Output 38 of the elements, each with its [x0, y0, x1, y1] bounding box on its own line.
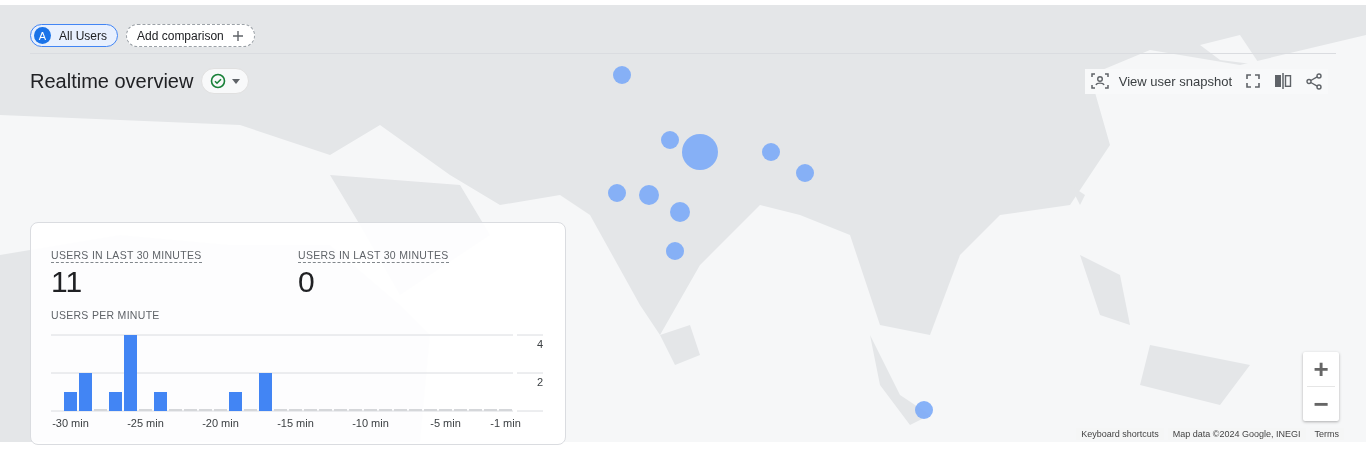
compare-button[interactable] — [1274, 73, 1292, 89]
zoom-in-button[interactable]: + — [1303, 352, 1339, 386]
axis-label: -1 min — [490, 417, 521, 429]
metric-label: USERS IN LAST 30 MINUTES — [298, 249, 449, 263]
share-button[interactable] — [1306, 72, 1322, 90]
zoom-out-button[interactable]: − — [1303, 387, 1339, 421]
metric-label: USERS IN LAST 30 MINUTES — [51, 249, 202, 263]
axis-label: -30 min — [52, 417, 89, 429]
caret-icon — [232, 78, 241, 84]
split-columns-icon — [1274, 73, 1292, 89]
bar — [259, 373, 272, 411]
chart-title: USERS PER MINUTE — [51, 309, 161, 321]
share-icon — [1306, 72, 1322, 90]
axis-label: 2 — [536, 376, 543, 388]
metric-value: 0 — [298, 265, 316, 299]
bar — [109, 392, 122, 411]
fullscreen-button[interactable] — [1246, 74, 1260, 88]
view-user-snapshot-button[interactable]: View user snapshot — [1090, 73, 1232, 89]
bar — [64, 392, 77, 411]
axis-label: -15 min — [277, 417, 314, 429]
bar — [79, 373, 92, 411]
axis-label: -10 min — [352, 417, 389, 429]
segment-chip[interactable]: A All Users — [30, 24, 118, 47]
add-comparison-button[interactable]: Add comparison — [126, 24, 255, 47]
metric-value: 11 — [51, 265, 84, 299]
bar — [229, 392, 242, 411]
check-circle-icon — [210, 73, 227, 89]
fullscreen-icon — [1246, 74, 1260, 88]
status-dropdown[interactable] — [201, 68, 250, 94]
page-title: Realtime overview — [30, 69, 194, 93]
axis-label: -20 min — [202, 417, 239, 429]
axis-label: 4 — [536, 338, 543, 350]
axis-label: -5 min — [430, 417, 461, 429]
bar — [154, 392, 167, 411]
user-frame-icon — [1090, 73, 1109, 89]
segment-badge: A — [34, 27, 51, 44]
plus-icon — [231, 29, 244, 42]
axis-label: -25 min — [127, 417, 164, 429]
